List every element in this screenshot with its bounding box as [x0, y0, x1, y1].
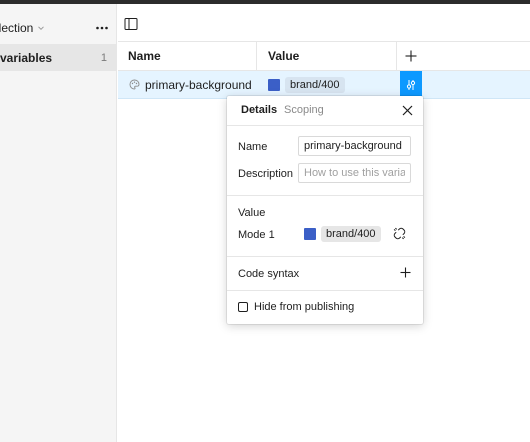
close-icon[interactable]: [402, 105, 413, 116]
description-field[interactable]: [298, 163, 411, 183]
edit-variable-popover: Details Scoping Name Description Value M…: [227, 96, 423, 324]
divider: [227, 125, 423, 126]
chevron-down-icon: [38, 26, 45, 31]
table-row[interactable]: primary-background brand/400: [118, 71, 530, 99]
value-section-title: Value: [238, 207, 266, 219]
adjust-sliders-icon: [406, 80, 416, 90]
collection-title: llection: [0, 21, 34, 35]
divider: [227, 256, 423, 257]
variable-name[interactable]: primary-background: [145, 71, 252, 99]
hide-from-publishing-checkbox[interactable]: [238, 302, 248, 312]
popover-tabs: Details Scoping: [227, 96, 423, 125]
unlink-icon[interactable]: [393, 227, 406, 240]
name-label: Name: [238, 141, 268, 153]
plus-icon[interactable]: [404, 49, 418, 63]
sidebar-panel-icon[interactable]: [124, 17, 138, 31]
description-label: Description: [238, 168, 294, 180]
more-horizontal-icon[interactable]: [95, 21, 109, 35]
sidebar-item-variables[interactable]: variables 1: [0, 44, 117, 71]
table-toolbar: [118, 4, 530, 42]
collections-sidebar: llection variables 1: [0, 4, 117, 442]
table-header: Name Value: [118, 42, 530, 100]
plus-icon[interactable]: [400, 267, 411, 278]
edit-variable-button[interactable]: [400, 71, 422, 99]
color-swatch: [268, 79, 280, 91]
collection-selector[interactable]: llection: [0, 14, 117, 42]
code-syntax-title: Code syntax: [238, 268, 300, 280]
sidebar-item-count: 1: [100, 51, 107, 64]
column-header-name[interactable]: Name: [128, 42, 161, 71]
color-swatch[interactable]: [304, 228, 316, 240]
name-field[interactable]: [298, 136, 411, 156]
hide-from-publishing-label: Hide from publishing: [254, 301, 355, 313]
sidebar-item-label: variables: [0, 50, 53, 65]
divider: [227, 195, 423, 196]
color-palette-icon: [129, 79, 140, 90]
mode-label: Mode 1: [238, 229, 275, 241]
tab-details[interactable]: Details: [241, 104, 277, 116]
alias-pill[interactable]: brand/400: [285, 77, 345, 93]
column-header-value[interactable]: Value: [268, 42, 299, 71]
alias-pill[interactable]: brand/400: [321, 226, 381, 242]
divider: [227, 290, 423, 291]
tab-scoping[interactable]: Scoping: [284, 104, 324, 116]
